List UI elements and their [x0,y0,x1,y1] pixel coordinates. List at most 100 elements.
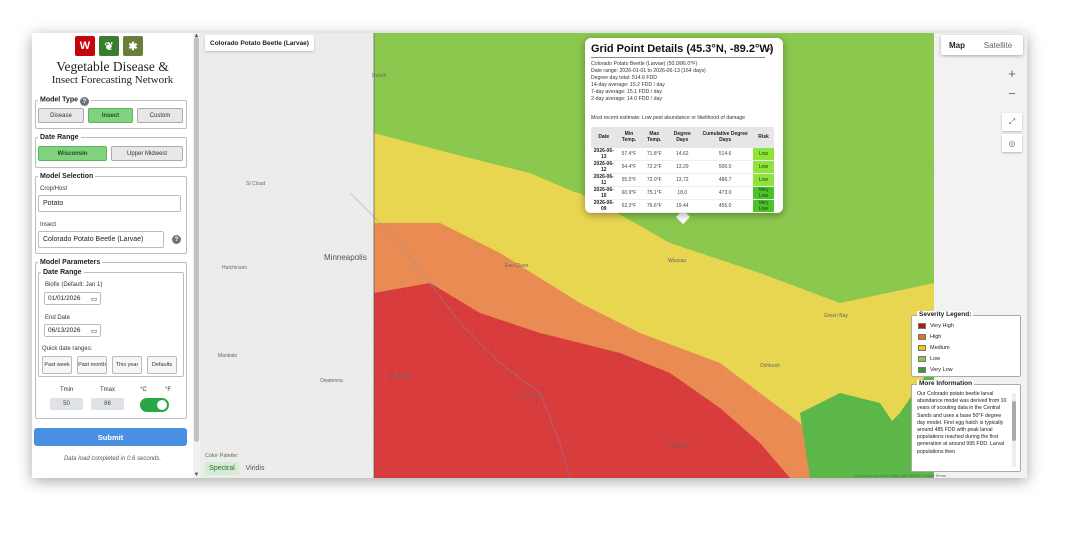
this-year-button[interactable]: This year [112,356,142,374]
table-cell-risk: Very Low [752,212,774,213]
site-title: Vegetable Disease & Insect Forecasting N… [32,59,193,87]
end-date-value: 06/13/2026 [48,327,81,334]
table-row: 2026-06-09 62.3°F 76.6°F 19.44 455.0 Very Low [591,199,774,213]
column-header-risk: Risk [752,127,774,148]
map-label-mankato: Mankato [218,353,238,359]
table-cell-risk: Low [752,160,774,174]
tmax-input[interactable]: 86 [91,398,124,410]
map-type-satellite-button[interactable]: Satellite [973,35,1023,55]
past-week-button[interactable]: Past week [42,356,72,374]
defaults-button[interactable]: Defaults [147,356,177,374]
table-cell-max: 76.6°F [641,199,668,213]
site-title-line1: Vegetable Disease & [56,59,169,74]
crop-label: Crop/Host [40,186,68,192]
table-cell-min: 54.4°F [616,160,642,174]
region-wisconsin-button[interactable]: Wisconsin [38,146,107,161]
zoom-out-icon[interactable]: − [1001,83,1023,103]
table-row: 2026-06-10 60.9°F 75.1°F 18.0 473.0 Very Low [591,186,774,200]
model-type-disease-button[interactable]: Disease [38,108,84,123]
legend-swatch [918,345,926,351]
scrollbar-thumb[interactable] [194,37,199,442]
table-cell-date: 2026-06-10 [591,186,617,200]
model-parameters-legend: Model Parameters [40,259,101,266]
table-row: 2026-06-0861.1°F72.2°F16.67435.6Very Low [591,212,774,213]
map-label-owatonna: Owatonna [320,378,343,384]
end-date-input[interactable]: 06/13/2026 ▭ [44,324,101,337]
palette-viridis-button[interactable]: Viridis [240,462,270,475]
date-range-legend: Date Range [43,269,82,276]
insect-field[interactable]: Colorado Potato Beetle (Larvae) [38,231,164,248]
logo-group: W ❦ ✱ [75,36,143,56]
sidebar: W ❦ ✱ Vegetable Disease & Insect Forecas… [32,33,193,478]
table-header-row: Date Min Temp. Max Temp. Degree Days Cum… [591,127,774,148]
map-label-duluth: Duluth [372,73,387,79]
degree-day-table: Date Min Temp. Max Temp. Degree Days Cum… [591,127,774,213]
grid-point-popup: Grid Point Details (45.3°N, -89.2°W) × C… [585,38,783,213]
table-cell-date: 2026-06-12 [591,160,617,174]
table-cell-min: 61.1°F [616,212,642,213]
region-legend: Date Range [40,134,79,141]
table-cell-max: 75.1°F [641,186,668,200]
map-type-control: Map Satellite [941,35,1023,55]
insect-help-icon[interactable]: ? [172,235,181,244]
table-row: 2026-06-12 54.4°F 72.2°F 13.29 500.0 Low [591,160,774,174]
popup-title-underline [591,57,765,58]
fullscreen-icon[interactable]: ⤢ [1002,113,1022,131]
legend-item-very-low: Very Low [918,367,953,373]
zoom-in-icon[interactable]: + [1001,63,1023,83]
legend-item-low: Low [918,356,940,362]
biofix-date-input[interactable]: 01/01/2026 ▭ [44,292,101,305]
table-row: 2026-06-13 57.4°F 71.8°F 14.62 514.6 Low [591,148,774,161]
scroll-down-icon[interactable]: ▼ [193,472,200,478]
map-label-wausau: Wausau [668,258,687,264]
table-cell-min: 57.4°F [616,148,642,161]
legend-swatch [918,323,926,329]
map-view[interactable]: Minneapolis Rochester Green Bay La Cross… [200,33,1027,478]
table-row: 2026-06-11 55.5°F 72.0°F 13.72 486.7 Low [591,173,774,187]
region-upper-midwest-button[interactable]: Upper Midwest [111,146,183,161]
model-type-custom-button[interactable]: Custom [137,108,183,123]
map-label-eau-claire: Eau Claire [505,263,529,269]
map-type-map-button[interactable]: Map [941,35,973,55]
map-title-label: Colorado Potato Beetle (Larvae) [205,35,314,51]
table-cell-dd: 13.72 [667,173,698,187]
calendar-icon[interactable]: ▭ [91,295,97,303]
crop-field[interactable]: Potato [38,195,181,212]
map-attribution: Keyboard shortcuts Map data ©2026 Google… [855,473,947,478]
table-cell-cdd: 486.7 [697,173,753,187]
submit-button[interactable]: Submit [34,428,187,446]
site-title-line2: Insect Forecasting Network [51,74,174,86]
location-icon[interactable]: ◎ [1002,134,1022,152]
close-icon[interactable]: × [767,44,772,54]
tmin-input[interactable]: 50 [50,398,83,410]
map-label-minneapolis: Minneapolis [324,253,367,262]
table-cell-max: 72.0°F [641,173,668,187]
table-cell-dd: 16.67 [667,212,698,213]
popup-info-line: Date range: 2026-01-01 to 2026-06-13 (16… [591,68,706,74]
more-info-scrollbar[interactable] [1012,393,1016,467]
end-date-label: End Date [45,315,71,321]
table-cell-max: 72.2°F [641,160,668,174]
biofix-label: Biofix (Default: Jan 1) [45,282,103,288]
legend-item-very-high: Very High [918,323,954,329]
map-label-madison: Madison [670,443,689,449]
unit-toggle[interactable] [140,398,169,412]
help-icon[interactable]: ? [79,97,89,106]
model-type-insect-button[interactable]: Insect [88,108,133,123]
map-label-green-bay: Green Bay [824,313,848,319]
past-month-button[interactable]: Past month [77,356,107,374]
table-cell-min: 60.9°F [616,186,642,200]
table-cell-date: 2026-06-11 [591,173,617,187]
popup-info-line: Degree day total: 514.6 FDD [591,75,658,81]
table-cell-dd: 14.62 [667,148,698,161]
calendar-icon[interactable]: ▭ [91,327,97,335]
sidebar-scrollbar[interactable]: ▲ ▼ [193,33,200,478]
legend-label: Very High [930,323,954,329]
uw-logo: W [75,36,95,56]
table-cell-max: 72.2°F [641,212,668,213]
table-cell-risk: Low [752,148,774,161]
fahrenheit-label: °F [165,387,172,393]
table-cell-risk: Very Low [752,199,774,213]
legend-swatch [918,367,926,373]
palette-spectral-button[interactable]: Spectral [205,462,239,475]
